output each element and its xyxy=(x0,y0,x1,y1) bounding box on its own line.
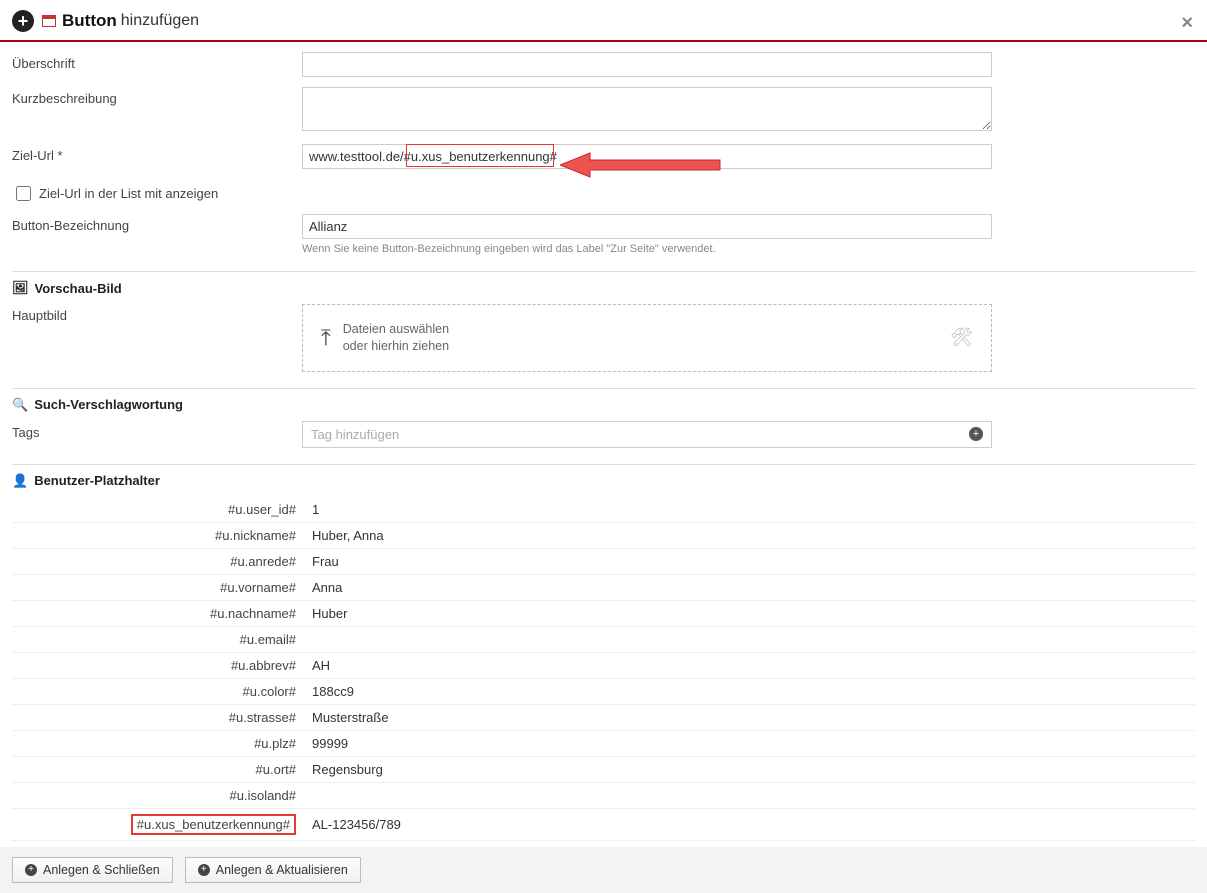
label-show-url-in-list: Ziel-Url in der List mit anzeigen xyxy=(39,186,218,201)
table-row: #u.xus_benutzerkennung# AL-123456/789 xyxy=(12,808,1195,840)
placeholder-value: Musterstraße xyxy=(304,704,1195,730)
label-kurzbeschreibung: Kurzbeschreibung xyxy=(12,87,302,106)
label-zielurl: Ziel-Url * xyxy=(12,144,302,163)
upload-icon: ⤒ xyxy=(321,325,331,351)
placeholder-value: 188cc9 xyxy=(304,678,1195,704)
table-row: #u.vorname#Anna xyxy=(12,574,1195,600)
dialog-add-button: + Button hinzufügen × Überschrift Kurzbe… xyxy=(0,0,1207,893)
placeholder-value: AH xyxy=(304,652,1195,678)
dialog-footer: + Anlegen & Schließen + Anlegen & Aktual… xyxy=(0,847,1207,893)
button-anlegen-schliessen[interactable]: + Anlegen & Schließen xyxy=(12,857,173,883)
input-ueberschrift[interactable] xyxy=(302,52,992,77)
add-tag-icon[interactable]: + xyxy=(969,427,983,441)
label-hauptbild: Hauptbild xyxy=(12,304,302,323)
table-row: #u.abbrev#AH xyxy=(12,652,1195,678)
search-icon: 🔍 xyxy=(12,397,28,413)
placeholder-value xyxy=(304,626,1195,652)
label-tags: Tags xyxy=(12,421,302,440)
placeholder-key: #u.strasse# xyxy=(12,704,304,730)
placeholder-value: Huber xyxy=(304,600,1195,626)
hint-buttonbezeichnung: Wenn Sie keine Button-Bezeichnung eingeb… xyxy=(302,243,992,255)
dialog-title-main: Button xyxy=(62,11,117,31)
placeholder-key: #u.nickname# xyxy=(12,522,304,548)
table-row: #u.email# xyxy=(12,626,1195,652)
dialog-title-sub: hinzufügen xyxy=(121,12,199,30)
placeholder-value: AL-123456/789 xyxy=(304,808,1195,840)
upload-line1: Dateien auswählen xyxy=(343,321,449,338)
table-row: #u.user_id#1 xyxy=(12,497,1195,523)
placeholder-key: #u.plz# xyxy=(12,730,304,756)
label-ueberschrift: Überschrift xyxy=(12,52,302,71)
input-zielurl[interactable] xyxy=(302,144,992,169)
table-row: #u.ort#Regensburg xyxy=(12,756,1195,782)
wrench-icon[interactable]: 🛠 xyxy=(950,327,973,348)
table-row: #u.strasse#Musterstraße xyxy=(12,704,1195,730)
button-type-icon xyxy=(42,15,56,27)
placeholder-key: #u.user_id# xyxy=(12,497,304,523)
tags-placeholder: Tag hinzufügen xyxy=(311,427,399,442)
section-title-vorschaubild: Vorschau-Bild xyxy=(35,281,122,296)
dialog-header: + Button hinzufügen xyxy=(0,0,1207,42)
checkbox-show-url-in-list[interactable] xyxy=(16,186,31,201)
close-icon[interactable]: × xyxy=(1181,12,1193,35)
label-buttonbezeichnung: Button-Bezeichnung xyxy=(12,214,302,233)
plus-icon: + xyxy=(198,864,210,876)
placeholder-value: Huber, Anna xyxy=(304,522,1195,548)
image-icon: 🖼 xyxy=(12,280,29,296)
placeholder-key: #u.ort# xyxy=(12,756,304,782)
placeholder-value: 99999 xyxy=(304,730,1195,756)
section-title-suchverschlagwortung: Such-Verschlagwortung xyxy=(34,397,183,412)
table-row: #u.isoland# xyxy=(12,782,1195,808)
placeholder-key: #u.isoland# xyxy=(12,782,304,808)
upload-line2: oder hierhin ziehen xyxy=(343,338,449,355)
placeholder-key: #u.xus_benutzerkennung# xyxy=(12,808,304,840)
table-row: #u.plz#99999 xyxy=(12,730,1195,756)
placeholder-key: #u.email# xyxy=(12,626,304,652)
input-tags[interactable]: Tag hinzufügen + xyxy=(302,421,992,448)
add-icon: + xyxy=(12,10,34,32)
placeholder-key: #u.vorname# xyxy=(12,574,304,600)
upload-dropzone[interactable]: ⤒ Dateien auswählen oder hierhin ziehen … xyxy=(302,304,992,372)
table-row: #u.color#188cc9 xyxy=(12,678,1195,704)
section-title-platzhalter: Benutzer-Platzhalter xyxy=(34,473,160,488)
user-icon: 👤 xyxy=(12,473,28,489)
placeholder-value: Frau xyxy=(304,548,1195,574)
placeholder-value: Anna xyxy=(304,574,1195,600)
table-row: #u.nickname#Huber, Anna xyxy=(12,522,1195,548)
placeholder-value: 1 xyxy=(304,497,1195,523)
plus-icon: + xyxy=(25,864,37,876)
annotation-highlight-placeholder: #u.xus_benutzerkennung# xyxy=(131,814,296,835)
placeholder-key: #u.abbrev# xyxy=(12,652,304,678)
button-anlegen-aktualisieren[interactable]: + Anlegen & Aktualisieren xyxy=(185,857,361,883)
placeholder-value: Regensburg xyxy=(304,756,1195,782)
input-buttonbezeichnung[interactable] xyxy=(302,214,992,239)
placeholder-key: #u.color# xyxy=(12,678,304,704)
input-kurzbeschreibung[interactable] xyxy=(302,87,992,131)
placeholder-table: #u.user_id#1#u.nickname#Huber, Anna#u.an… xyxy=(12,497,1195,841)
placeholder-key: #u.anrede# xyxy=(12,548,304,574)
placeholder-key: #u.nachname# xyxy=(12,600,304,626)
table-row: #u.nachname#Huber xyxy=(12,600,1195,626)
table-row: #u.anrede#Frau xyxy=(12,548,1195,574)
placeholder-value xyxy=(304,782,1195,808)
